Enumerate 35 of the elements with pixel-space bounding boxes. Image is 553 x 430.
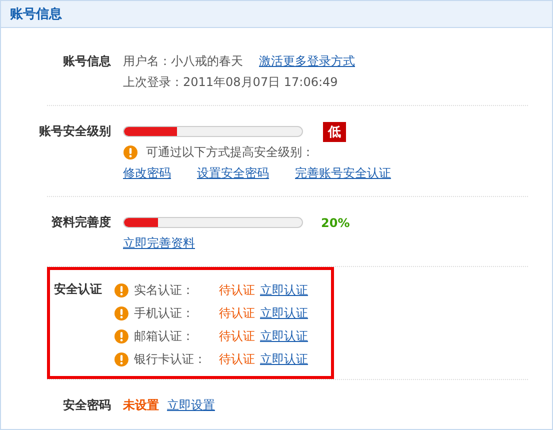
warning-icon	[114, 352, 129, 367]
activate-link[interactable]: 激活更多登录方式	[259, 53, 355, 70]
improve-link[interactable]: 完善账号安全认证	[295, 165, 391, 182]
status-text: 待认证	[219, 328, 255, 345]
warning-icon	[114, 329, 129, 344]
verification-name: 银行卡认证：	[134, 351, 207, 368]
warning-icon	[114, 306, 129, 321]
level-badge: 低	[323, 122, 346, 142]
field-label: 资料完善度	[50, 214, 112, 231]
warning-icon	[114, 283, 129, 298]
status-text: 待认证	[219, 305, 255, 322]
verification-name: 手机认证：	[134, 305, 195, 322]
username-text: 用户名：小八戒的春天	[123, 53, 243, 70]
verification-name: 邮箱认证：	[134, 328, 195, 345]
verify-link[interactable]: 立即认证	[260, 305, 308, 322]
percent-text: 20%	[321, 216, 350, 230]
field-label: 账号信息	[62, 53, 112, 70]
status-text: 待认证	[219, 282, 255, 299]
verify-link[interactable]: 立即认证	[260, 282, 308, 299]
warning-icon	[123, 145, 138, 160]
field-label: 安全认证	[53, 281, 103, 298]
verify-link[interactable]: 立即认证	[260, 351, 308, 368]
status-text: 未设置	[123, 397, 159, 414]
field-label: 安全密码	[62, 397, 112, 414]
verification-name: 实名认证：	[134, 282, 195, 299]
improve-link[interactable]: 修改密码	[123, 165, 171, 182]
status-text: 待认证	[219, 351, 255, 368]
panel-title: 账号信息	[10, 6, 62, 23]
complete-profile-link[interactable]: 立即完善资料	[123, 235, 195, 252]
field-label: 账号安全级别	[38, 123, 112, 140]
improve-link[interactable]: 设置安全密码	[197, 165, 269, 182]
verify-link[interactable]: 立即认证	[260, 328, 308, 345]
last-login-text: 上次登录：2011年08月07日 17:06:49	[123, 74, 338, 91]
hint-text: 可通过以下方式提高安全级别：	[146, 144, 314, 161]
set-link[interactable]: 立即设置	[167, 397, 215, 414]
